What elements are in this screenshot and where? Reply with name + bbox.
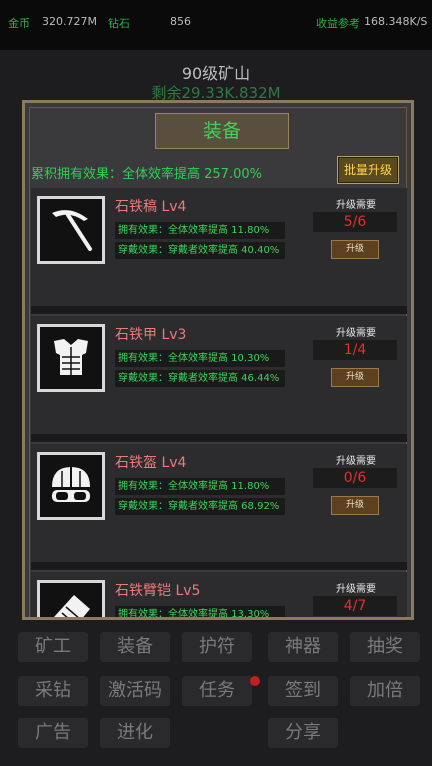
menu-artifact[interactable]: 神器	[268, 632, 338, 662]
upgrade-requirement-value: 1/4	[313, 340, 397, 360]
pickaxe-icon[interactable]	[37, 196, 105, 264]
upgrade-requirement-value: 4/7	[313, 596, 397, 616]
equipment-card: 石铁甲 Lv3 拥有效果：全体效率提高 10.30% 穿戴效果：穿戴者效率提高 …	[31, 316, 407, 442]
owned-effect: 拥有效果：全体效率提高 10.30%	[115, 350, 285, 367]
menu-talisman[interactable]: 护符	[182, 632, 252, 662]
menu-ads[interactable]: 广告	[18, 718, 88, 748]
menu-tasks[interactable]: 任务	[182, 676, 252, 706]
upgrade-requirement-label: 升级需要	[336, 584, 376, 595]
item-name: 石铁臂铠 Lv5	[115, 583, 201, 599]
armor-icon[interactable]	[37, 324, 105, 392]
menu-activation-code[interactable]: 激活码	[100, 676, 170, 706]
diamond-value: 856	[170, 15, 191, 28]
top-status-bar: 金币 320.727M 钻石 856 收益参考 168.348K/S	[0, 0, 432, 50]
income-value: 168.348K/S	[364, 15, 428, 28]
income-label: 收益参考	[316, 17, 360, 30]
wear-effect: 穿戴效果：穿戴者效率提高 68.92%	[115, 498, 285, 515]
owned-effect: 拥有效果：全体效率提高 11.80%	[115, 478, 285, 495]
notification-dot	[250, 676, 260, 686]
diamond-label: 钻石	[108, 17, 130, 30]
owned-effect: 拥有效果：全体效率提高 11.80%	[115, 222, 285, 239]
upgrade-button[interactable]: 升级	[331, 240, 379, 259]
upgrade-requirement-label: 升级需要	[336, 456, 376, 467]
upgrade-requirement-label: 升级需要	[336, 328, 376, 339]
equipment-card: 石铁稿 Lv4 拥有效果：全体效率提高 11.80% 穿戴效果：穿戴者效率提高 …	[31, 188, 407, 314]
wear-effect: 穿戴效果：穿戴者效率提高 46.44%	[115, 370, 285, 387]
total-owned-effect: 累积拥有效果：全体效率提高 257.00%	[31, 167, 262, 182]
item-name: 石铁甲 Lv3	[115, 327, 187, 343]
helmet-icon[interactable]	[37, 452, 105, 520]
modal-title: 装备	[155, 113, 289, 149]
equipment-modal: 装备 累积拥有效果：全体效率提高 257.00% 批量升级 石铁稿 Lv4 拥有…	[22, 100, 414, 620]
batch-upgrade-button[interactable]: 批量升级	[337, 156, 399, 184]
wear-effect: 穿戴效果：穿戴者效率提高 40.40%	[115, 242, 285, 259]
card-divider	[31, 434, 407, 442]
bracer-icon[interactable]	[37, 580, 105, 617]
menu-evolve[interactable]: 进化	[100, 718, 170, 748]
gold-value: 320.727M	[42, 15, 97, 28]
menu-mine-diamond[interactable]: 采钻	[18, 676, 88, 706]
upgrade-requirement-value: 0/6	[313, 468, 397, 488]
card-divider	[31, 306, 407, 314]
menu-lottery[interactable]: 抽奖	[350, 632, 420, 662]
menu-checkin[interactable]: 签到	[268, 676, 338, 706]
menu-share[interactable]: 分享	[268, 718, 338, 748]
upgrade-requirement-value: 5/6	[313, 212, 397, 232]
upgrade-button[interactable]: 升级	[331, 368, 379, 387]
menu-double[interactable]: 加倍	[350, 676, 420, 706]
card-divider	[31, 562, 407, 570]
gold-label: 金币	[8, 17, 30, 30]
equipment-card: 石铁盔 Lv4 拥有效果：全体效率提高 11.80% 穿戴效果：穿戴者效率提高 …	[31, 444, 407, 570]
owned-effect: 拥有效果：全体效率提高 13.30%	[115, 606, 285, 617]
upgrade-requirement-label: 升级需要	[336, 200, 376, 211]
equipment-card: 石铁臂铠 Lv5 拥有效果：全体效率提高 13.30% 升级需要 4/7	[31, 572, 407, 617]
menu-equipment[interactable]: 装备	[100, 632, 170, 662]
upgrade-button[interactable]: 升级	[331, 496, 379, 515]
item-name: 石铁盔 Lv4	[115, 455, 187, 471]
menu-miners[interactable]: 矿工	[18, 632, 88, 662]
item-name: 石铁稿 Lv4	[115, 199, 187, 215]
mine-title: 90级矿山	[181, 64, 251, 83]
